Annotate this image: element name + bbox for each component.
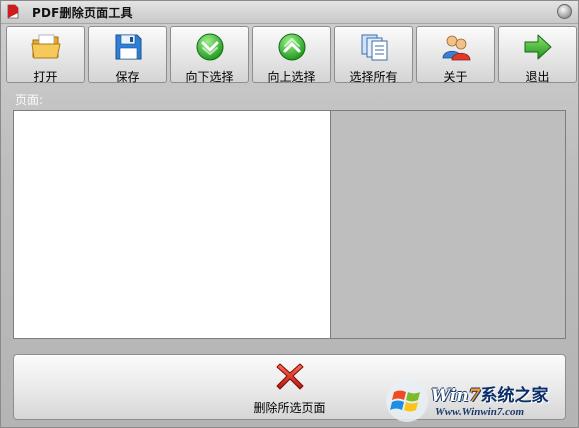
select-up-button[interactable]: 向上选择 [252,26,331,84]
arrow-right-icon [524,34,552,60]
select-all-button-label: 选择所有 [349,70,398,84]
select-all-button[interactable]: 选择所有 [334,26,413,84]
window-title: PDF删除页面工具 [32,6,133,20]
title-bar: PDF删除页面工具 [1,1,578,24]
about-button[interactable]: 关于 [416,26,495,84]
red-x-icon [276,363,304,390]
toolbar: 打开 保存 向下选择 向上选择 选择所有 关于 退出 [6,26,577,84]
pages-stack-icon [361,34,388,61]
select-up-button-label: 向上选择 [267,70,316,84]
page-list[interactable] [13,110,331,339]
open-button-label: 打开 [33,70,58,84]
about-button-label: 关于 [443,70,468,84]
save-button[interactable]: 保存 [88,26,167,84]
save-button-label: 保存 [115,70,140,84]
window-close-button[interactable] [557,4,572,19]
watermark-url: Www.Winwin7.com [435,406,525,418]
watermark-brand: Win7系统之家 [431,381,548,406]
floppy-disk-icon [115,34,142,60]
open-button[interactable]: 打开 [6,26,85,84]
folder-icon [31,34,61,59]
watermark-brand-seven: 7 [468,386,481,406]
exit-button[interactable]: 退出 [498,26,577,84]
arrow-up-circle-icon [278,33,306,61]
app-window: PDF删除页面工具 打开 保存 向下选择 向上选择 选择所有 关于 退出 页面:… [0,0,579,428]
exit-button-label: 退出 [525,70,550,84]
pdf-app-icon [7,4,19,19]
watermark-brand-prefix: Win [431,386,469,406]
win7-watermark: Win7系统之家 Www.Winwin7.com [383,377,578,427]
select-down-button-label: 向下选择 [185,70,234,84]
arrow-down-circle-icon [196,33,224,61]
users-icon [442,35,471,61]
windows-logo-icon [386,380,428,422]
watermark-brand-suffix: 系统之家 [480,386,549,406]
page-preview-panel [331,110,566,339]
select-down-button[interactable]: 向下选择 [170,26,249,84]
pages-label: 页面: [15,93,44,107]
